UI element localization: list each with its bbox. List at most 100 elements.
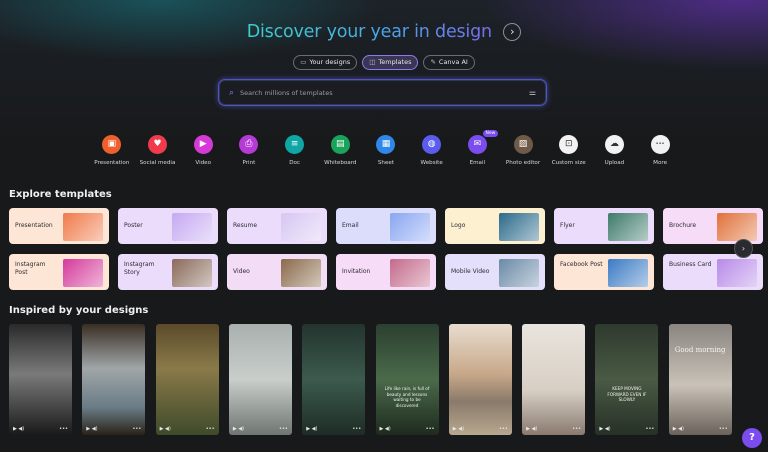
category-email[interactable]: ✉ New Email <box>455 130 501 166</box>
scroll-right-button[interactable]: › <box>734 239 753 258</box>
category-video[interactable]: ▶ Video <box>180 135 226 166</box>
design-thumbnail[interactable]: Good morning ▶ ◀) ••• <box>668 324 732 435</box>
category-doc[interactable]: ≡ Doc <box>272 135 318 166</box>
template-thumbnail <box>281 259 321 287</box>
category-label: Photo editor <box>505 160 541 166</box>
play-controls[interactable]: ▶ ◀) <box>599 426 610 432</box>
play-controls[interactable]: ▶ ◀) <box>233 426 244 432</box>
photo-editor-icon: ▨ <box>513 135 533 154</box>
social-media-icon: ♥ <box>148 135 168 154</box>
design-thumbnail[interactable]: Life like rain, is full of beauty and le… <box>375 324 439 435</box>
more-options-icon[interactable]: ••• <box>572 426 581 432</box>
category-print[interactable]: ⎙ Print <box>226 135 272 166</box>
template-card-email[interactable]: Email <box>336 208 436 244</box>
design-caption: KEEP MOVING FORWARD EVEN IF SLOWLY <box>607 386 647 402</box>
hero-title-text: Discover your year in design <box>246 22 492 42</box>
template-card-resume[interactable]: Resume <box>227 208 327 244</box>
tab-templates[interactable]: ◫ Templates <box>362 55 419 70</box>
template-label: Logo <box>451 222 466 229</box>
more-options-icon[interactable]: ••• <box>206 426 215 432</box>
hero-title: Discover your year in design › <box>0 22 768 42</box>
more-options-icon[interactable]: ••• <box>646 426 655 432</box>
tab-label: Templates <box>378 58 412 66</box>
more-options-icon[interactable]: ••• <box>499 426 508 432</box>
search-input[interactable] <box>240 88 529 97</box>
template-card-brochure[interactable]: Brochure <box>663 208 763 244</box>
category-custom-size[interactable]: ⊡ Custom size <box>546 135 592 166</box>
play-controls[interactable]: ▶ ◀) <box>306 426 317 432</box>
hero-arrow-button[interactable]: › <box>503 23 522 41</box>
more-options-icon[interactable]: ••• <box>59 426 68 432</box>
tab-label: Your designs <box>309 58 351 66</box>
play-controls[interactable]: ▶ ◀) <box>160 426 171 432</box>
template-thumbnail <box>608 259 648 287</box>
category-more[interactable]: ••• More <box>637 135 683 166</box>
category-shortcuts: ▣ Presentation ♥ Social media ▶ Video ⎙ Print ≡ D… <box>89 130 683 166</box>
template-thumbnail <box>499 213 539 241</box>
filter-icon[interactable]: ⚌ <box>529 88 536 97</box>
tab-label: Canva AI <box>438 58 468 66</box>
email-icon: ✉ <box>467 135 487 154</box>
template-card-video[interactable]: Video <box>227 254 327 290</box>
category-upload[interactable]: ☁ Upload <box>592 135 638 166</box>
template-label: Flyer <box>560 222 575 229</box>
play-controls[interactable]: ▶ ◀) <box>453 426 464 432</box>
template-card-flyer[interactable]: Flyer <box>554 208 654 244</box>
play-controls[interactable]: ▶ ◀) <box>380 426 391 432</box>
whiteboard-icon: ▤ <box>330 135 350 154</box>
design-thumbnail[interactable]: ▶ ◀) ••• <box>155 324 219 435</box>
design-thumbnail[interactable]: ▶ ◀) ••• <box>302 324 366 435</box>
more-options-icon[interactable]: ••• <box>279 426 288 432</box>
more-icon: ••• <box>650 135 670 154</box>
play-controls[interactable]: ▶ ◀) <box>526 426 537 432</box>
help-button[interactable]: ? <box>742 428 762 448</box>
template-card-mobile-video[interactable]: Mobile Video <box>445 254 545 290</box>
design-caption: Life like rain, is full of beauty and le… <box>384 386 430 408</box>
tab-your-designs[interactable]: ▭ Your designs <box>293 55 358 70</box>
design-thumbnail[interactable]: KEEP MOVING FORWARD EVEN IF SLOWLY ▶ ◀) ••… <box>595 324 659 435</box>
template-label: Invitation <box>342 268 371 275</box>
category-photo-editor[interactable]: ▨ Photo editor <box>500 135 546 166</box>
design-caption: Good morning <box>674 346 726 354</box>
template-card-poster[interactable]: Poster <box>118 208 218 244</box>
category-label: More <box>653 160 668 166</box>
design-thumbnail[interactable]: ▶ ◀) ••• <box>448 324 512 435</box>
template-card-business-card[interactable]: Business Card <box>663 254 763 290</box>
templates-icon: ◫ <box>369 58 376 66</box>
play-controls[interactable]: ▶ ◀) <box>13 426 24 432</box>
template-card-logo[interactable]: Logo <box>445 208 545 244</box>
template-label: Email <box>342 222 359 229</box>
design-thumbnail[interactable]: ▶ ◀) ••• <box>9 324 72 435</box>
template-card-facebook-post[interactable]: Facebook Post <box>554 254 654 290</box>
category-whiteboard[interactable]: ▤ Whiteboard <box>317 135 363 166</box>
play-controls[interactable]: ▶ ◀) <box>673 426 684 432</box>
design-thumbnail[interactable]: ▶ ◀) ••• <box>228 324 292 435</box>
more-options-icon[interactable]: ••• <box>719 426 728 432</box>
category-presentation[interactable]: ▣ Presentation <box>89 135 135 166</box>
design-thumbnail[interactable]: ▶ ◀) ••• <box>82 324 146 435</box>
tab-canva-ai[interactable]: ✎ Canva AI <box>423 55 475 70</box>
category-label: Website <box>420 160 443 166</box>
category-social-media[interactable]: ♥ Social media <box>135 135 181 166</box>
template-label: Instagram Post <box>15 261 46 276</box>
template-thumbnail <box>63 213 103 241</box>
play-controls[interactable]: ▶ ◀) <box>86 426 97 432</box>
more-options-icon[interactable]: ••• <box>426 426 435 432</box>
category-website[interactable]: ◍ Website <box>409 135 455 166</box>
template-label: Brochure <box>669 222 697 229</box>
more-options-icon[interactable]: ••• <box>132 426 141 432</box>
category-sheet[interactable]: ▦ Sheet <box>363 135 409 166</box>
template-card-instagram-story[interactable]: Instagram Story <box>118 254 218 290</box>
category-label: Custom size <box>551 160 586 166</box>
category-label: Video <box>195 160 212 166</box>
template-label: Mobile Video <box>451 268 490 275</box>
more-options-icon[interactable]: ••• <box>352 426 361 432</box>
explore-templates-title: Explore templates <box>9 189 112 200</box>
template-card-presentation[interactable]: Presentation <box>9 208 109 244</box>
video-icon: ▶ <box>193 135 213 154</box>
template-card-instagram-post[interactable]: Instagram Post <box>9 254 109 290</box>
template-card-invitation[interactable]: Invitation <box>336 254 436 290</box>
design-thumbnail[interactable]: ▶ ◀) ••• <box>522 324 586 435</box>
new-badge: New <box>482 130 499 137</box>
search-bar[interactable]: ⌕ ⚌ <box>218 79 547 106</box>
